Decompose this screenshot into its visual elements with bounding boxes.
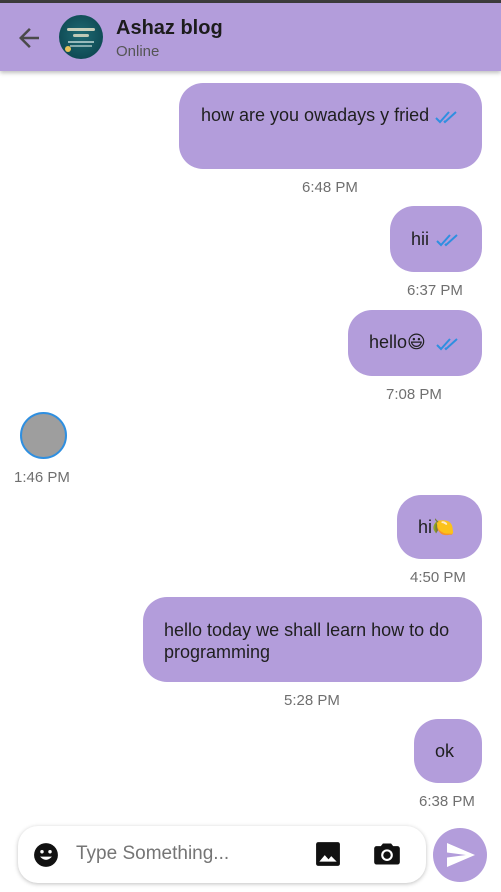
sent-message[interactable]: hello today we shall learn how to do pro… [143, 597, 482, 682]
chat-header: Ashaz blog Online [0, 3, 501, 71]
camera-icon[interactable] [373, 840, 401, 868]
image-icon[interactable] [315, 841, 341, 867]
message-text: ok [435, 741, 455, 761]
message-text: hello😃 [369, 332, 426, 352]
sent-message[interactable]: hi🍋 [397, 495, 482, 559]
message-time: 6:38 PM [419, 793, 475, 810]
message-time: 6:37 PM [407, 282, 463, 299]
contact-avatar[interactable] [59, 15, 103, 59]
send-icon [447, 843, 475, 867]
sent-message[interactable]: how are you owadays y fried [179, 83, 482, 169]
double-check-icon [436, 234, 458, 247]
message-time: 5:28 PM [284, 692, 340, 709]
received-image-message[interactable] [20, 412, 67, 459]
contact-status: Online [116, 43, 160, 60]
message-text: hello today we shall learn how to do pro… [164, 620, 450, 662]
contact-name: Ashaz blog [116, 17, 223, 39]
send-button[interactable] [433, 828, 487, 882]
message-text: hi🍋 [418, 517, 455, 537]
message-time: 6:48 PM [302, 179, 358, 196]
message-time: 1:46 PM [14, 469, 70, 486]
arrow-back-icon[interactable] [14, 23, 44, 53]
sent-message[interactable]: hello😃 [348, 310, 482, 376]
message-time: 7:08 PM [386, 386, 442, 403]
message-text: hii [411, 229, 430, 249]
message-input[interactable] [76, 843, 301, 865]
sent-message[interactable]: hii [390, 206, 482, 272]
message-composer [18, 826, 426, 883]
double-check-icon [435, 111, 457, 124]
message-text: how are you owadays y fried [201, 105, 430, 125]
sent-message[interactable]: ok [414, 719, 482, 783]
message-time: 4:50 PM [410, 569, 466, 586]
double-check-icon [436, 338, 458, 351]
emoji-icon[interactable] [33, 842, 59, 868]
